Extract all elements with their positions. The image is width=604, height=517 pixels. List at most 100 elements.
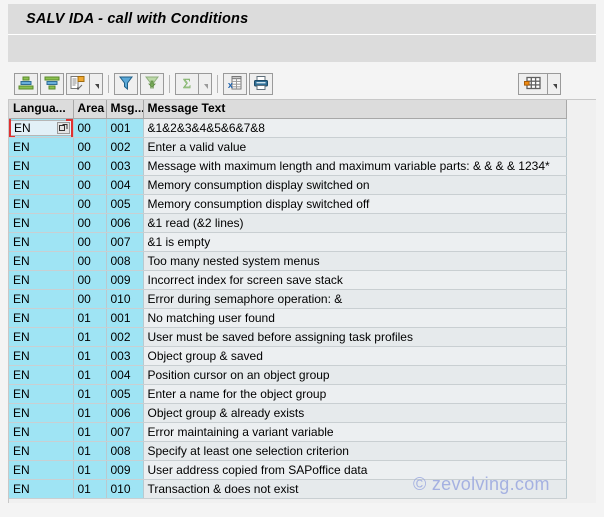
table-row[interactable]: EN 01 009 User address copied from SAPoffic… [9,460,567,480]
table-row[interactable]: EN 00 006 &1 read (&2 lines) [9,213,567,233]
value-help-button[interactable] [56,121,70,134]
cell-msg[interactable]: 010 [106,289,144,309]
table-row[interactable]: EN 01 007 Error maintaining a variant varia… [9,422,567,442]
cell-area[interactable]: 01 [73,308,107,328]
cell-area[interactable]: 00 [73,251,107,271]
column-header-message-text[interactable]: Message Text [143,100,567,119]
table-row[interactable]: EN 00 005 Memory consumption display switch… [9,194,567,214]
cell-language[interactable]: EN [9,137,74,157]
find-dropdown[interactable] [90,73,103,95]
find-button[interactable] [66,73,90,95]
cell-msg[interactable]: 004 [106,365,144,385]
cell-msg[interactable]: 009 [106,460,144,480]
table-row[interactable]: EN 00 001 &1&2&3&4&5&6&7&8 [9,118,567,138]
sort-ascending-button[interactable] [14,73,38,95]
cell-area[interactable]: 00 [73,194,107,214]
cell-msg[interactable]: 007 [106,422,144,442]
cell-msg[interactable]: 003 [106,156,144,176]
total-dropdown[interactable] [199,73,212,95]
cell-message-text[interactable]: Memory consumption display switched on [143,175,567,195]
delete-filter-button[interactable] [140,73,164,95]
cell-message-text[interactable]: Memory consumption display switched off [143,194,567,214]
table-row[interactable]: EN 01 005 Enter a name for the object group [9,384,567,404]
cell-message-text[interactable]: User address copied from SAPoffice data [143,460,567,480]
cell-msg[interactable]: 010 [106,479,144,499]
cell-message-text[interactable]: Object group & already exists [143,403,567,423]
cell-message-text[interactable]: No matching user found [143,308,567,328]
cell-message-text[interactable]: Error maintaining a variant variable [143,422,567,442]
cell-message-text[interactable]: Message with maximum length and maximum … [143,156,567,176]
table-row[interactable]: EN 01 004 Position cursor on an object grou… [9,365,567,385]
cell-msg[interactable]: 002 [106,137,144,157]
table-row[interactable]: EN 01 003 Object group & saved [9,346,567,366]
cell-message-text[interactable]: Incorrect index for screen save stack [143,270,567,290]
cell-msg[interactable]: 006 [106,213,144,233]
export-spreadsheet-button[interactable]: x [223,73,247,95]
cell-message-text[interactable]: &1 is empty [143,232,567,252]
column-header-msg[interactable]: Msg... [106,100,144,119]
cell-msg[interactable]: 004 [106,175,144,195]
table-row[interactable]: EN 00 004 Memory consumption display switch… [9,175,567,195]
table-row[interactable]: EN 00 008 Too many nested system menus [9,251,567,271]
cell-message-text[interactable]: Position cursor on an object group [143,365,567,385]
cell-language[interactable]: EN [9,479,74,499]
column-header-language[interactable]: Langua... [9,100,74,119]
cell-area[interactable]: 00 [73,118,107,138]
table-row[interactable]: EN 01 001 No matching user found [9,308,567,328]
cell-area[interactable]: 01 [73,346,107,366]
cell-message-text[interactable]: Object group & saved [143,346,567,366]
column-header-area[interactable]: Area [73,100,107,119]
cell-message-text[interactable]: Enter a valid value [143,137,567,157]
cell-message-text[interactable]: Transaction & does not exist [143,479,567,499]
cell-message-text[interactable]: Enter a name for the object group [143,384,567,404]
cell-area[interactable]: 00 [73,232,107,252]
cell-area[interactable]: 00 [73,270,107,290]
cell-area[interactable]: 00 [73,289,107,309]
total-button[interactable]: Σ [175,73,199,95]
cell-language[interactable]: EN [9,422,74,442]
table-row[interactable]: EN 01 002 User must be saved before assigni… [9,327,567,347]
cell-language[interactable]: EN [9,403,74,423]
cell-msg[interactable]: 009 [106,270,144,290]
cell-msg[interactable]: 008 [106,251,144,271]
cell-language[interactable]: EN [9,384,74,404]
table-row[interactable]: EN 00 010 Error during semaphore operation:… [9,289,567,309]
cell-area[interactable]: 00 [73,213,107,233]
cell-msg[interactable]: 003 [106,346,144,366]
table-row[interactable]: EN 01 006 Object group & already exists [9,403,567,423]
cell-area[interactable]: 01 [73,403,107,423]
cell-language[interactable]: EN [9,213,74,233]
cell-area[interactable]: 00 [73,156,107,176]
language-input[interactable]: EN [10,119,72,136]
table-row[interactable]: EN 01 010 Transaction & does not exist [9,479,567,499]
cell-language[interactable]: EN [9,270,74,290]
table-row[interactable]: EN 00 002 Enter a valid value [9,137,567,157]
cell-language[interactable]: EN [9,327,74,347]
cell-message-text[interactable]: &1&2&3&4&5&6&7&8 [143,118,567,138]
cell-area[interactable]: 01 [73,422,107,442]
cell-area[interactable]: 00 [73,137,107,157]
set-filter-button[interactable] [114,73,138,95]
cell-msg[interactable]: 007 [106,232,144,252]
cell-msg[interactable]: 005 [106,194,144,214]
cell-language[interactable]: EN [9,346,74,366]
cell-language[interactable]: EN [9,460,74,480]
cell-language-selected[interactable]: EN [9,118,74,138]
cell-message-text[interactable]: User must be saved before assigning task… [143,327,567,347]
cell-area[interactable]: 00 [73,175,107,195]
cell-language[interactable]: EN [9,232,74,252]
cell-message-text[interactable]: Specify at least one selection criterion [143,441,567,461]
cell-area[interactable]: 01 [73,384,107,404]
table-row[interactable]: EN 01 008 Specify at least one selection cr… [9,441,567,461]
cell-language[interactable]: EN [9,365,74,385]
cell-message-text[interactable]: &1 read (&2 lines) [143,213,567,233]
cell-msg[interactable]: 001 [106,118,144,138]
cell-message-text[interactable]: Error during semaphore operation: & [143,289,567,309]
table-row[interactable]: EN 00 003 Message with maximum length and m… [9,156,567,176]
cell-area[interactable]: 01 [73,441,107,461]
cell-language[interactable]: EN [9,308,74,328]
cell-language[interactable]: EN [9,251,74,271]
cell-area[interactable]: 01 [73,365,107,385]
cell-area[interactable]: 01 [73,460,107,480]
cell-message-text[interactable]: Too many nested system menus [143,251,567,271]
